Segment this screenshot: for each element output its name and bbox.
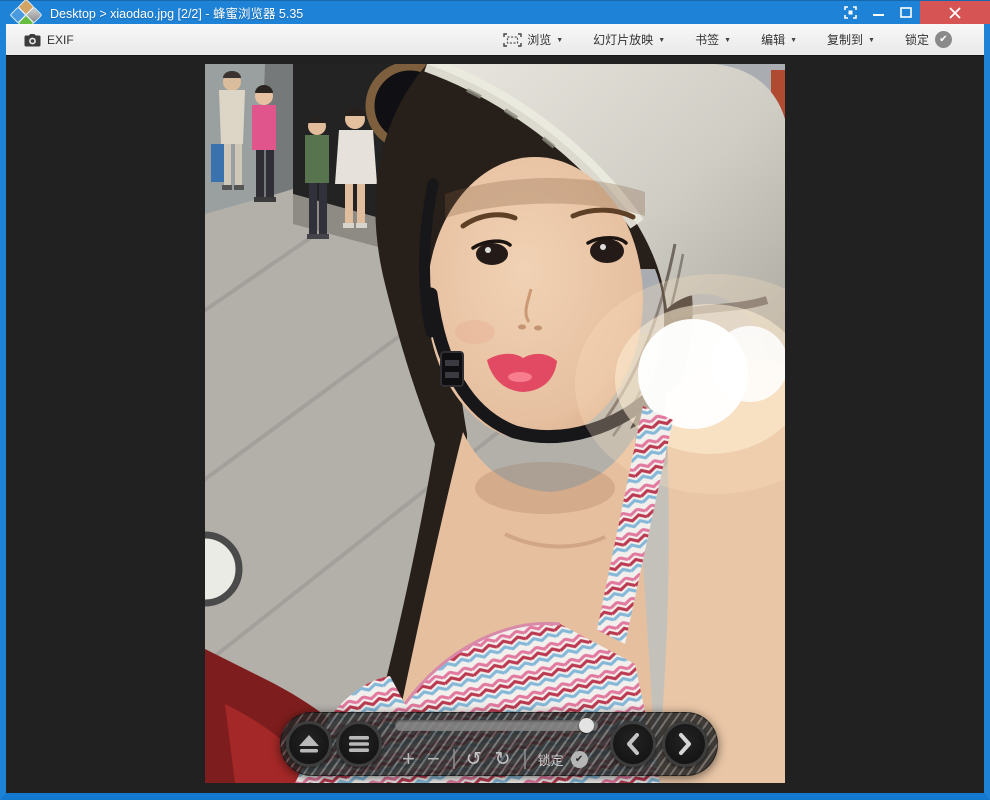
browse-view-icon xyxy=(503,33,522,47)
zoom-in-button[interactable]: + xyxy=(402,748,415,770)
ctrlbar-lock-toggle[interactable]: ✔ xyxy=(571,751,588,768)
chevron-right-icon xyxy=(675,732,695,756)
divider xyxy=(453,749,455,769)
hamburger-menu-icon xyxy=(348,734,370,754)
zoom-slider-handle[interactable] xyxy=(579,718,594,733)
minimize-button[interactable] xyxy=(864,1,892,25)
zoom-out-button[interactable]: − xyxy=(427,748,440,770)
rotate-left-button[interactable]: ↺ xyxy=(466,750,482,769)
title-bar[interactable]: Desktop > xiaodao.jpg [2/2] - 蜂蜜浏览器 5.35 xyxy=(0,0,990,24)
menu-edit-label: 编辑 xyxy=(761,31,785,48)
window-title: Desktop > xiaodao.jpg [2/2] - 蜂蜜浏览器 5.35 xyxy=(50,3,303,22)
menu-bookmarks[interactable]: 书签 ▼ xyxy=(689,27,737,52)
toolbar-lock-toggle[interactable]: 锁定 ✔ xyxy=(899,27,958,52)
photo-selfie-helmet-girl[interactable] xyxy=(205,64,785,783)
rotate-right-button[interactable]: ↻ xyxy=(495,750,511,769)
chevron-down-icon: ▼ xyxy=(556,35,563,44)
close-button[interactable] xyxy=(920,1,990,25)
menu-copy-to[interactable]: 复制到 ▼ xyxy=(821,27,881,52)
app-logo-icon xyxy=(12,2,42,24)
control-row: + − ↺ ↻ 锁定 ✔ xyxy=(402,746,588,772)
toolbar-menu-group: 浏览 ▼ 幻灯片放映 ▼ 书签 ▼ 编辑 ▼ 复制到 ▼ xyxy=(479,27,958,52)
viewer-control-bar: + − ↺ ↻ 锁定 ✔ xyxy=(280,712,718,776)
exif-button[interactable]: EXIF xyxy=(18,30,80,50)
chevron-down-icon: ▼ xyxy=(790,35,797,44)
menu-bookmarks-label: 书签 xyxy=(695,31,719,48)
eject-icon xyxy=(297,733,321,755)
chevron-down-icon: ▼ xyxy=(868,35,875,44)
previous-image-button[interactable] xyxy=(610,721,656,767)
menu-slideshow[interactable]: 幻灯片放映 ▼ xyxy=(587,27,671,52)
window-body: EXIF 浏览 ▼ 幻灯片放映 ▼ xyxy=(0,24,990,800)
fullscreen-icon[interactable] xyxy=(836,1,864,25)
check-icon: ✔ xyxy=(935,31,952,48)
maximize-button[interactable] xyxy=(892,1,920,25)
chevron-left-icon xyxy=(623,732,643,756)
menu-copy-to-label: 复制到 xyxy=(827,31,863,48)
menu-browse[interactable]: 浏览 ▼ xyxy=(497,27,569,52)
next-image-button[interactable] xyxy=(662,721,708,767)
toolbar-lock-label: 锁定 xyxy=(905,31,929,48)
exif-label: EXIF xyxy=(47,33,74,47)
viewer-canvas[interactable]: + − ↺ ↻ 锁定 ✔ xyxy=(6,56,984,793)
toolbar: EXIF 浏览 ▼ 幻灯片放映 ▼ xyxy=(6,24,984,56)
chevron-down-icon: ▼ xyxy=(724,35,731,44)
menu-edit[interactable]: 编辑 ▼ xyxy=(755,27,803,52)
image-viewer-window: Desktop > xiaodao.jpg [2/2] - 蜂蜜浏览器 5.35 xyxy=(0,0,990,800)
zoom-slider[interactable] xyxy=(395,720,598,731)
menu-list-button[interactable] xyxy=(336,721,382,767)
menu-slideshow-label: 幻灯片放映 xyxy=(593,31,653,48)
chevron-down-icon: ▼ xyxy=(658,35,665,44)
ctrlbar-lock-label: 锁定 xyxy=(538,750,564,769)
camera-icon xyxy=(24,33,41,47)
divider xyxy=(524,749,526,769)
menu-browse-label: 浏览 xyxy=(527,31,551,48)
eject-exit-button[interactable] xyxy=(286,721,332,767)
